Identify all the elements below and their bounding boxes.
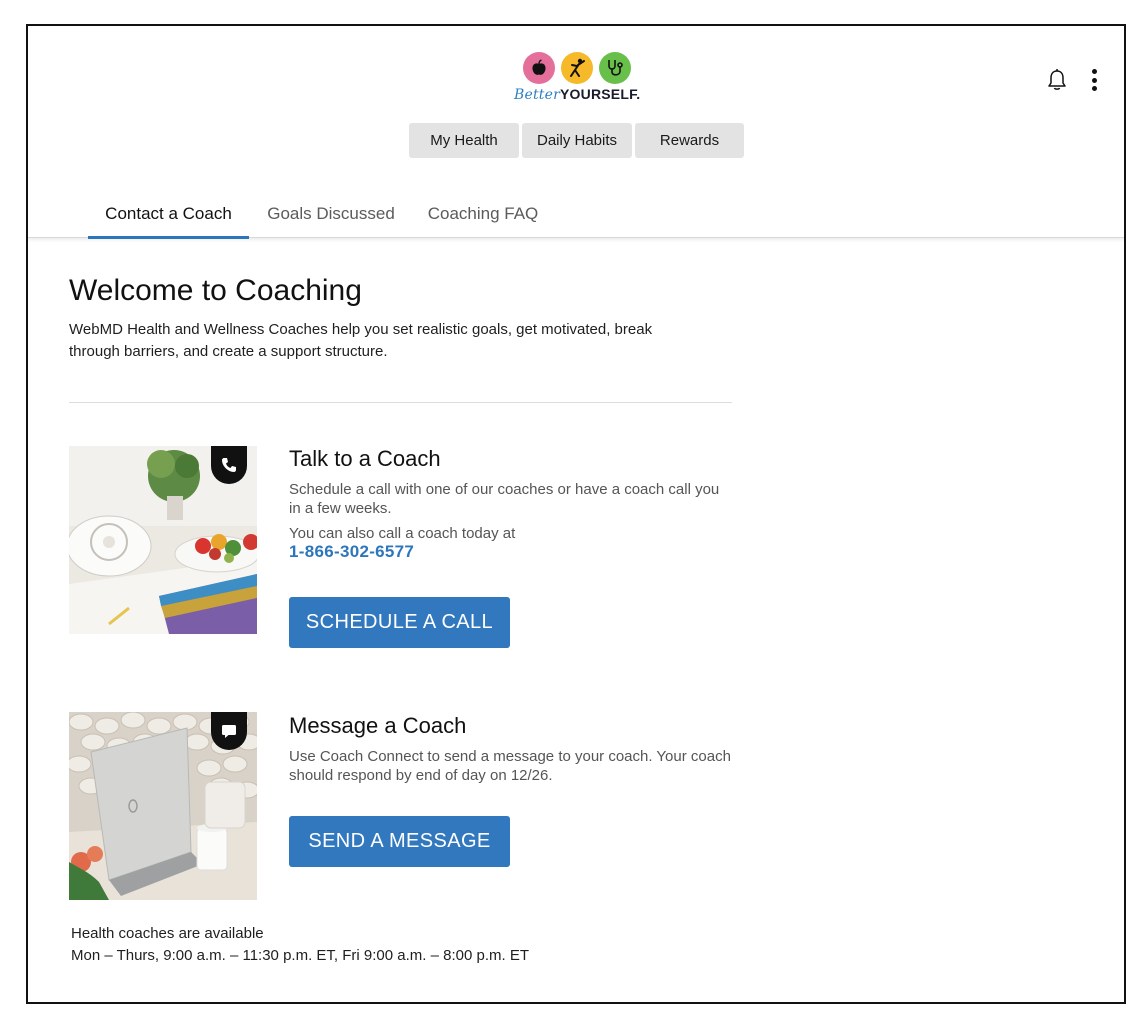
coach-phone-link[interactable]: 1-866-302-6577 xyxy=(289,542,414,562)
apple-icon xyxy=(523,52,555,84)
page-description: WebMD Health and Wellness Coaches help y… xyxy=(69,321,653,360)
logo-wordmark: BetterYOURSELF. xyxy=(514,86,640,103)
schedule-a-call-button[interactable]: SCHEDULE A CALL xyxy=(289,597,510,648)
tab-contact-a-coach[interactable]: Contact a Coach xyxy=(88,190,249,239)
kebab-menu-icon[interactable] xyxy=(1090,69,1098,91)
logo-word-yourself: YOURSELF xyxy=(560,86,637,102)
page-title: Welcome to Coaching xyxy=(69,274,362,307)
talk-to-coach-image xyxy=(69,446,257,634)
bell-icon[interactable] xyxy=(1046,68,1068,92)
talk-to-coach-title: Talk to a Coach xyxy=(289,446,441,471)
phone-icon xyxy=(211,446,247,484)
app-frame: BetterYOURSELF. My Health Daily Habits R… xyxy=(26,24,1126,1004)
message-a-coach-image xyxy=(69,712,257,900)
message-a-coach-title: Message a Coach xyxy=(289,713,467,738)
section-divider xyxy=(69,402,732,403)
call-today-text: You can also call a coach today at xyxy=(289,525,516,542)
coach-availability: Health coaches are available Mon – Thurs… xyxy=(71,923,529,967)
nav-rewards-button[interactable]: Rewards xyxy=(635,123,744,158)
talk-to-coach-description: Schedule a call with one of our coaches … xyxy=(289,481,720,517)
header-actions xyxy=(1046,68,1098,92)
exercise-figure-icon xyxy=(561,52,593,84)
coaching-tabs: Contact a Coach Goals Discussed Coaching… xyxy=(28,190,1124,239)
tab-goals-discussed[interactable]: Goals Discussed xyxy=(260,190,402,238)
send-a-message-button[interactable]: SEND A MESSAGE xyxy=(289,816,510,867)
better-yourself-logo[interactable]: BetterYOURSELF. xyxy=(514,52,640,112)
top-nav: My Health Daily Habits Rewards xyxy=(409,123,744,158)
availability-line-2: Mon – Thurs, 9:00 a.m. – 11:30 p.m. ET, … xyxy=(71,947,529,964)
availability-line-1: Health coaches are available xyxy=(71,925,264,942)
nav-my-health-button[interactable]: My Health xyxy=(409,123,519,158)
message-a-coach-description: Use Coach Connect to send a message to y… xyxy=(289,748,731,784)
stethoscope-icon xyxy=(599,52,631,84)
logo-icons xyxy=(514,52,640,84)
tab-coaching-faq[interactable]: Coaching FAQ xyxy=(418,190,548,238)
logo-word-better: Better xyxy=(514,87,561,103)
nav-daily-habits-button[interactable]: Daily Habits xyxy=(522,123,632,158)
chat-icon xyxy=(211,712,247,750)
logo-suffix: . xyxy=(636,86,641,102)
